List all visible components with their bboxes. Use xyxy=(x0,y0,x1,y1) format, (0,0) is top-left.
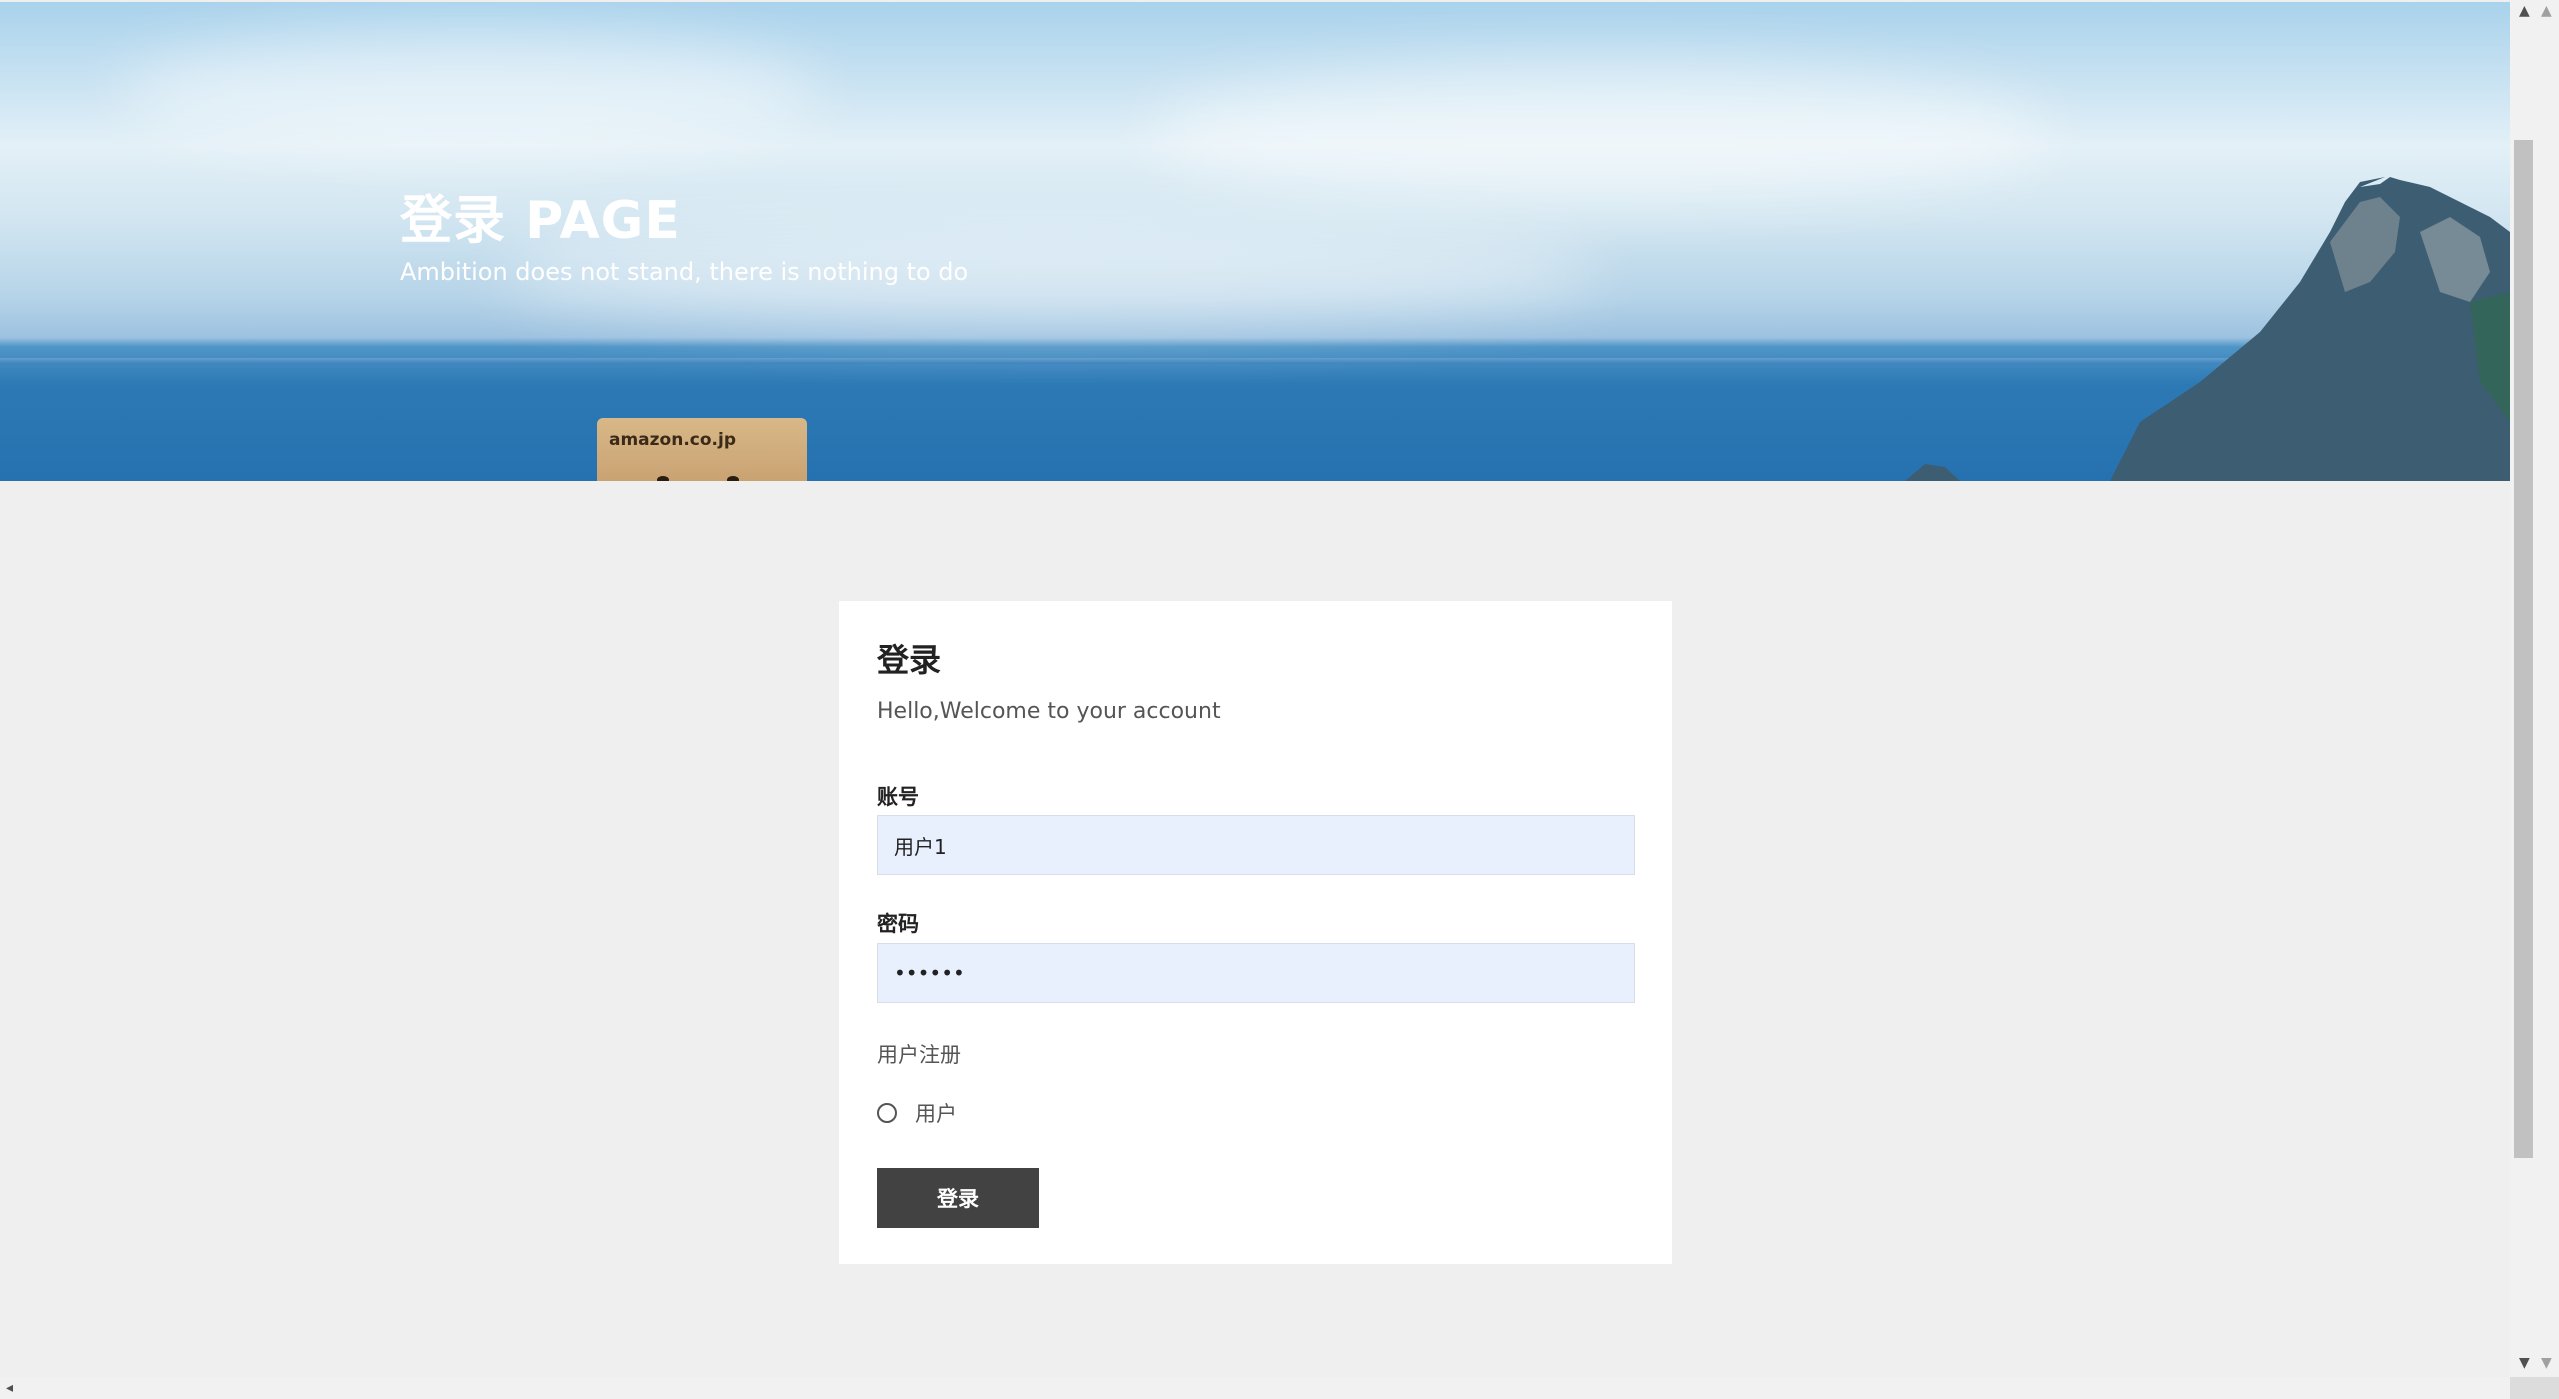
login-card: 登录 Hello,Welcome to your account 账号 密码 用… xyxy=(839,601,1672,1264)
password-label: 密码 xyxy=(877,912,919,936)
box-logo-text: amazon.co.jp xyxy=(609,430,737,450)
account-input[interactable] xyxy=(877,815,1635,875)
horizontal-scrollbar[interactable]: ◂ ▸ xyxy=(0,1377,2559,1399)
scroll-left-arrow-icon[interactable]: ◂ xyxy=(6,1381,13,1395)
hero-banner: amazon.co.jp 登录 PAGE Ambition does not s… xyxy=(0,2,2510,481)
role-radio-option[interactable]: 用户 xyxy=(877,1098,957,1128)
register-link[interactable]: 用户注册 xyxy=(877,1039,961,1069)
account-label: 账号 xyxy=(877,785,919,809)
banner-subtitle: Ambition does not stand, there is nothin… xyxy=(400,258,969,286)
scroll-down-arrow-icon[interactable]: ▼ xyxy=(2541,1356,2552,1370)
password-input[interactable] xyxy=(877,943,1635,1003)
vertical-scrollbar[interactable]: ▲ ▲ ▼ ▼ xyxy=(2510,0,2559,1377)
cliff-illustration xyxy=(1905,177,2510,481)
scroll-up-arrow-icon[interactable]: ▲ xyxy=(2541,4,2552,18)
page-viewport: amazon.co.jp 登录 PAGE Ambition does not s… xyxy=(0,0,2510,1377)
radio-label: 用户 xyxy=(915,1102,957,1126)
box-eye-left xyxy=(657,476,669,481)
scrollbar-thumb[interactable] xyxy=(2514,140,2533,1158)
scroll-down-arrow-icon[interactable]: ▼ xyxy=(2519,1356,2530,1370)
cardboard-box-figure: amazon.co.jp xyxy=(597,418,807,481)
banner-title: 登录 PAGE xyxy=(400,191,681,251)
login-title: 登录 xyxy=(877,641,942,679)
box-eye-right xyxy=(727,476,739,481)
scrollbar-corner xyxy=(2510,1377,2559,1399)
welcome-text: Hello,Welcome to your account xyxy=(877,699,1221,724)
login-button[interactable]: 登录 xyxy=(877,1168,1039,1228)
scroll-up-arrow-icon[interactable]: ▲ xyxy=(2519,4,2530,18)
radio-button[interactable] xyxy=(877,1103,897,1123)
